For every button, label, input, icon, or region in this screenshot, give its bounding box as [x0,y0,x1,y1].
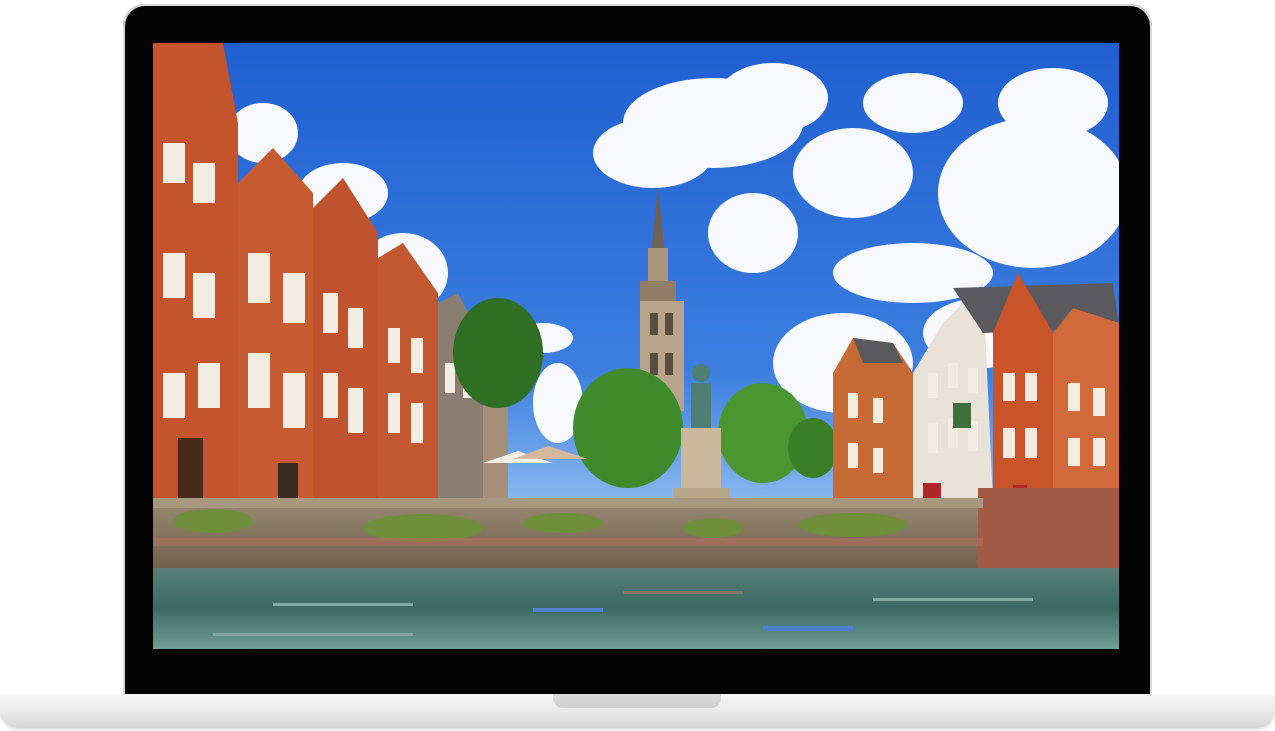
laptop-notch [553,694,721,708]
laptop-screen [153,43,1119,649]
canal-city-photo [153,43,1119,649]
canal-water [153,568,1119,649]
